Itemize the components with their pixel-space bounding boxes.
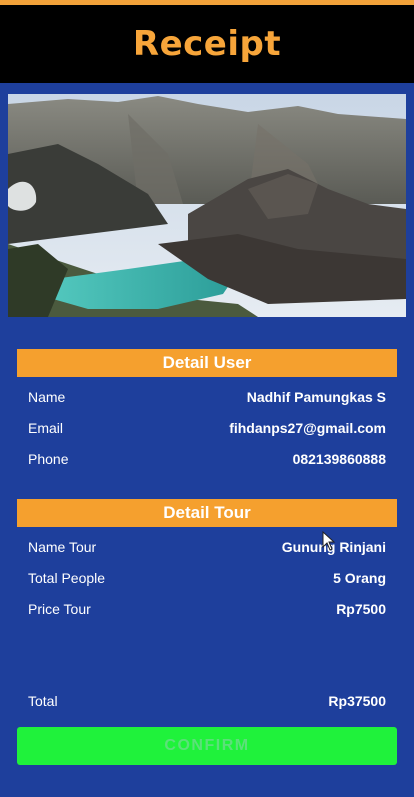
user-email-row: Email fihdanps27@gmail.com: [28, 417, 386, 439]
receipt-panel: Detail User Name Nadhif Pamungkas S Emai…: [0, 83, 414, 797]
price-tour-label: Price Tour: [28, 601, 91, 617]
detail-tour-header: Detail Tour: [17, 499, 397, 527]
confirm-label: CONFIRM: [164, 737, 250, 754]
tour-photo: [8, 94, 406, 317]
total-people-row: Total People 5 Orang: [28, 567, 386, 589]
total-row: Total Rp37500: [28, 690, 386, 712]
user-phone-value: 082139860888: [292, 451, 386, 467]
detail-user-header: Detail User: [17, 349, 397, 377]
user-name-value: Nadhif Pamungkas S: [246, 389, 386, 405]
total-label: Total: [28, 693, 58, 709]
detail-user-title: Detail User: [162, 353, 252, 372]
app-header: Receipt: [0, 5, 414, 83]
page-title: Receipt: [132, 24, 282, 64]
total-value: Rp37500: [328, 693, 386, 709]
user-phone-row: Phone 082139860888: [28, 448, 386, 470]
total-people-value: 5 Orang: [333, 570, 386, 586]
user-name-row: Name Nadhif Pamungkas S: [28, 386, 386, 408]
user-email-label: Email: [28, 420, 64, 436]
total-people-label: Total People: [28, 570, 106, 586]
user-name-label: Name: [28, 389, 66, 405]
mouse-pointer-icon: [322, 531, 336, 551]
landscape-illustration: [8, 94, 406, 317]
price-tour-row: Price Tour Rp7500: [28, 598, 386, 620]
user-email-value: fihdanps27@gmail.com: [229, 420, 386, 436]
price-tour-value: Rp7500: [336, 601, 386, 617]
user-phone-label: Phone: [28, 451, 69, 467]
tour-name-label: Name Tour: [28, 539, 97, 555]
detail-tour-title: Detail Tour: [163, 503, 251, 522]
confirm-button[interactable]: CONFIRM: [17, 727, 397, 765]
